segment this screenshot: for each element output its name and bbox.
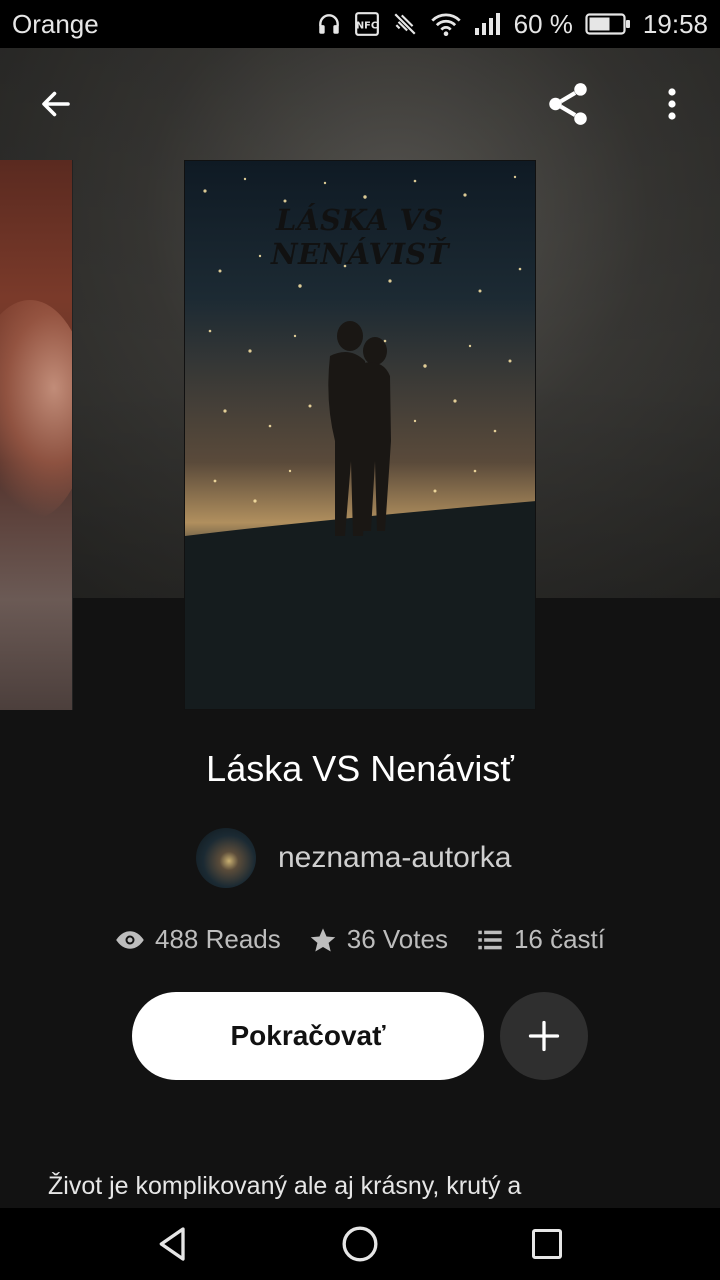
eye-icon xyxy=(116,930,144,949)
cover-title: LÁSKA VS NENÁVISŤ xyxy=(270,203,450,271)
top-toolbar xyxy=(0,48,720,160)
nav-home-button[interactable] xyxy=(328,1212,392,1276)
circle-home-icon xyxy=(342,1226,378,1262)
svg-text:NFC: NFC xyxy=(356,20,378,31)
more-vertical-icon xyxy=(668,88,676,120)
previous-story-cover[interactable] xyxy=(0,160,73,710)
nav-back-button[interactable] xyxy=(141,1212,205,1276)
votes-stat: 36 Votes xyxy=(309,924,448,955)
more-options-button[interactable] xyxy=(644,76,700,132)
status-icons: NFC 60 % 19:58 xyxy=(316,9,708,40)
headphones-icon xyxy=(316,11,342,37)
story-cover[interactable]: LÁSKA VS NENÁVISŤ xyxy=(184,160,536,710)
add-to-library-button[interactable] xyxy=(500,992,588,1080)
parts-stat[interactable]: 16 častí xyxy=(476,924,605,955)
continue-reading-button[interactable]: Pokračovať xyxy=(132,992,484,1080)
battery-icon xyxy=(585,12,631,36)
system-nav-bar xyxy=(0,1208,720,1280)
arrow-left-icon xyxy=(42,91,70,117)
parts-count[interactable]: 16 častí xyxy=(514,924,605,955)
share-icon xyxy=(549,83,587,125)
reads-count: 488 Reads xyxy=(154,924,281,954)
square-recents-icon xyxy=(531,1229,562,1259)
story-title: Láska VS Nenávisť xyxy=(206,748,514,789)
list-icon xyxy=(478,930,502,949)
reads-stat: 488 Reads xyxy=(115,924,281,955)
back-button[interactable] xyxy=(28,76,84,132)
author-avatar[interactable] xyxy=(196,828,256,888)
carrier-label: Orange xyxy=(12,8,99,39)
nav-recents-button[interactable] xyxy=(515,1212,579,1276)
nfc-icon: NFC xyxy=(354,11,380,37)
battery-percent: 60 % xyxy=(513,8,573,39)
star-icon xyxy=(310,927,335,952)
plus-icon xyxy=(528,1020,560,1052)
clock: 19:58 xyxy=(642,8,708,39)
author-name[interactable]: neznama-autorka xyxy=(278,841,511,875)
story-stats: 488 Reads 36 Votes 16 častí xyxy=(0,924,720,955)
author-row[interactable]: neznama-autorka xyxy=(196,828,511,888)
wifi-icon xyxy=(430,11,462,37)
status-bar: Orange NFC 60 % 19:58 xyxy=(0,0,720,48)
signal-icon xyxy=(474,11,502,37)
vibrate-off-icon xyxy=(392,11,418,37)
share-button[interactable] xyxy=(540,76,596,132)
triangle-back-icon xyxy=(159,1227,185,1261)
story-description: Život je komplikovaný ale aj krásny, kru… xyxy=(48,1172,522,1200)
votes-count: 36 Votes xyxy=(346,924,448,954)
